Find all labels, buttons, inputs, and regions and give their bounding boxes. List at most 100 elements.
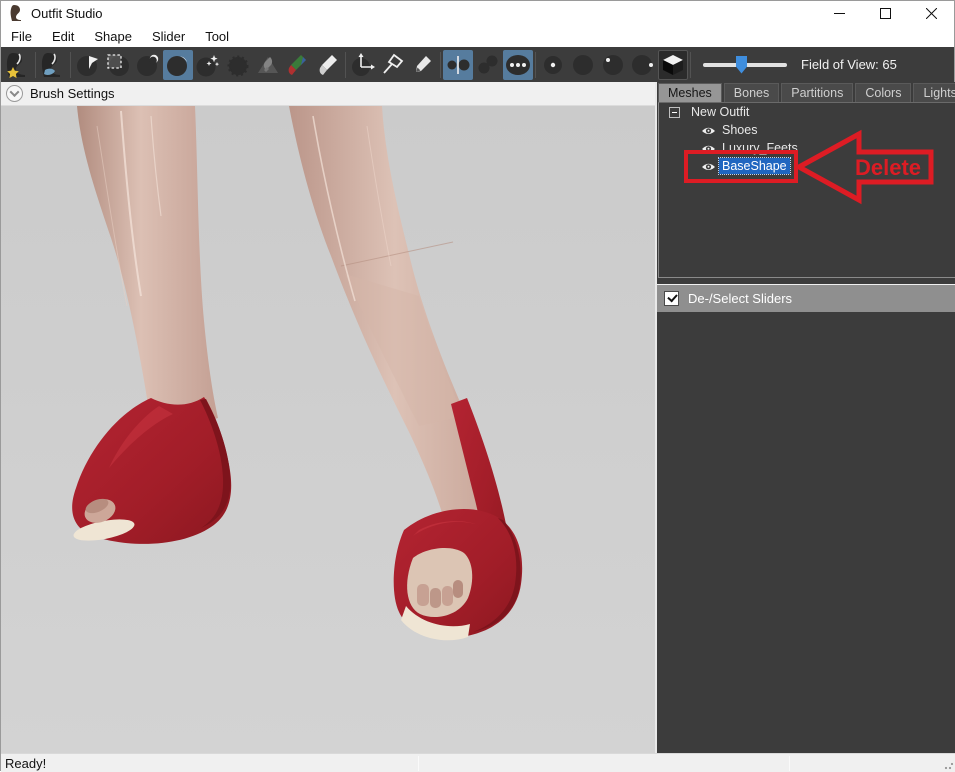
pivot-tool-button[interactable] [378,50,408,80]
visibility-eye-icon[interactable] [701,142,716,155]
tree-item-luxury-feets[interactable]: Luxury_Feets [659,139,955,157]
maximize-button[interactable] [862,1,908,25]
deflate-brush-icon [166,53,190,77]
resize-grip-icon[interactable] [944,760,954,770]
falloff-edge-button[interactable] [628,50,658,80]
new-project-button[interactable] [3,50,33,80]
3d-viewport[interactable] [1,106,655,753]
inflate-brush-icon [136,53,160,77]
alpha-brush-button[interactable] [313,50,343,80]
cube-icon [661,53,685,77]
toolbar-separator [690,52,691,78]
maximize-icon [880,8,891,19]
model-render [1,106,655,753]
tree-label: Luxury_Feets [719,140,801,156]
menu-slider[interactable]: Slider [142,27,195,46]
smooth-brush-icon [196,53,220,77]
weight-brush-button[interactable] [253,50,283,80]
falloff-edge-icon [631,53,655,77]
move-brush-icon [226,53,250,77]
global-brush-icon [504,52,532,78]
toolbar-separator [440,52,441,78]
color-brush-button[interactable] [283,50,313,80]
status-divider [789,756,790,771]
fov-slider-thumb[interactable] [736,56,747,74]
chevron-down-icon [10,87,20,97]
mask-brush-button[interactable] [103,50,133,80]
connected-only-button[interactable] [473,50,503,80]
fov-label: Field of View: 65 [801,57,897,72]
tree-item-baseshape[interactable]: BaseShape [659,157,955,175]
toolbar-separator [535,52,536,78]
right-panel: Meshes Bones Partitions Colors Lights Ne… [655,82,955,753]
meshes-tree: New Outfit Shoes Luxury_Feets BaseShape [658,102,955,278]
minimize-button[interactable] [816,1,862,25]
alpha-brush-icon [316,53,340,77]
transform-tool-button[interactable] [348,50,378,80]
toolbar-separator [70,52,71,78]
menu-bar: File Edit Shape Slider Tool [1,25,954,47]
pin-icon [380,52,406,78]
falloff-full-button[interactable] [568,50,598,80]
status-message: Ready! [5,756,46,771]
toolbar-separator [35,52,36,78]
collapse-toggle[interactable] [6,85,23,102]
connected-vertices-icon [475,52,501,78]
color-brush-icon [286,53,310,77]
status-bar: Ready! [1,753,955,772]
select-cursor-icon [76,53,100,77]
tab-partitions[interactable]: Partitions [781,83,853,102]
title-bar: Outfit Studio [1,1,954,25]
deflate-brush-button[interactable] [163,50,193,80]
move-brush-button[interactable] [223,50,253,80]
menu-file[interactable]: File [1,27,42,46]
x-mirror-button[interactable] [443,50,473,80]
falloff-offset-button[interactable] [598,50,628,80]
menu-tool[interactable]: Tool [195,27,239,46]
close-button[interactable] [908,1,954,25]
mask-brush-icon [106,53,130,77]
select-tool-button[interactable] [73,50,103,80]
fov-control: Field of View: 65 [703,57,897,72]
tree-label: Shoes [719,122,760,138]
pencil-icon [412,54,434,76]
global-brush-button[interactable] [503,50,533,80]
brush-settings-label: Brush Settings [30,86,115,101]
falloff-offset-icon [601,53,625,77]
menu-edit[interactable]: Edit [42,27,84,46]
falloff-center-icon [541,53,565,77]
app-icon [10,5,24,21]
tree-label-selected: BaseShape [719,158,790,174]
tab-lights[interactable]: Lights [913,83,955,102]
inflate-brush-button[interactable] [133,50,163,80]
x-mirror-icon [445,52,471,78]
body-brush-icon [40,52,66,78]
tab-bar: Meshes Bones Partitions Colors Lights [657,83,955,102]
tab-colors[interactable]: Colors [855,83,911,102]
close-icon [926,8,937,19]
sliders-list-panel[interactable] [658,312,955,752]
body-star-icon [5,52,31,78]
falloff-full-icon [571,53,595,77]
sliders-header-label: De-/Select Sliders [688,291,792,306]
tab-meshes[interactable]: Meshes [658,83,722,102]
load-reference-button[interactable] [38,50,68,80]
visibility-eye-icon[interactable] [701,160,716,173]
tree-item-new-outfit[interactable]: New Outfit [659,103,955,121]
menu-shape[interactable]: Shape [84,27,142,46]
brush-settings-pane: Brush Settings [1,82,655,106]
tree-item-shoes[interactable]: Shoes [659,121,955,139]
perspective-toggle-button[interactable] [658,50,688,80]
visibility-eye-icon[interactable] [701,124,716,137]
smooth-brush-button[interactable] [193,50,223,80]
transform-axes-icon [350,52,376,78]
fov-slider[interactable] [703,63,787,67]
vertex-edit-button[interactable] [408,50,438,80]
collapse-minus-icon[interactable] [669,107,680,118]
window-title: Outfit Studio [31,6,103,21]
select-sliders-checkbox[interactable] [664,291,679,306]
status-divider [418,756,419,771]
falloff-center-button[interactable] [538,50,568,80]
weight-brush-icon [256,53,280,77]
tab-bones[interactable]: Bones [724,83,779,102]
